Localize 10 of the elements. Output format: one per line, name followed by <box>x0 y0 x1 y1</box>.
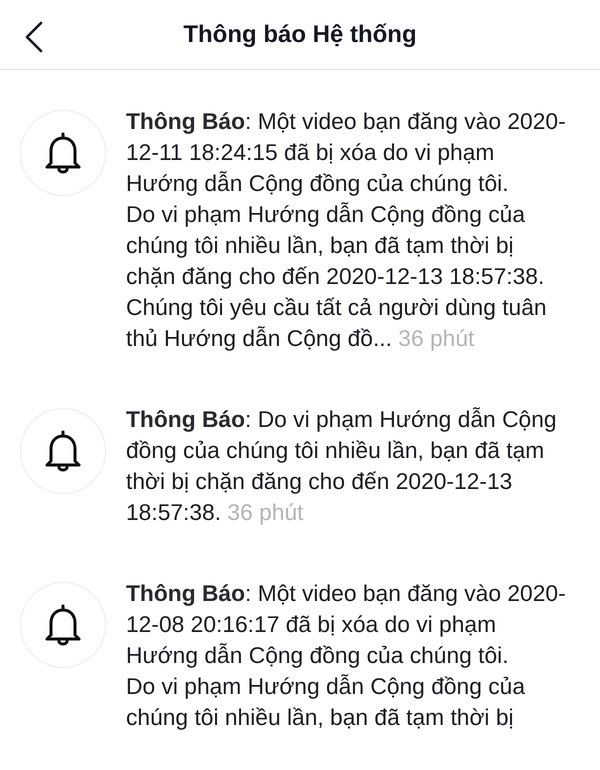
timestamp: 36 phút <box>227 499 304 525</box>
timestamp: 36 phút <box>398 325 474 351</box>
bell-icon <box>43 603 83 647</box>
back-icon <box>24 21 44 53</box>
bell-icon <box>43 131 83 175</box>
notification-text: Thông Báo: Do vi phạm Hướng dẫn Cộng đồng của chúng tôi nhiều lần, bạn đã tạm thời bị chặn đăng cho đến 2020-12-13 18:57:38. 36 phút <box>126 406 557 525</box>
bell-icon <box>43 429 83 473</box>
page-title: Thông báo Hệ thống <box>183 20 417 50</box>
notification-text: Thông Báo: Một video bạn đăng vào 2020-12-11 18:24:15 đã bị xóa do vi phạm Hướng dẫn Cộng đồng của chúng tôi. Do vi phạm Hướng dẫn Cộng đồng của chúng tôi nhiều lần, bạn đã tạm thời bị chặn đăng cho đến 2020-12-13 18:57:38. Chúng tôi yêu cầu tất cả người dùng tuân thủ Hướng dẫn Cộng đồ... 36 phút <box>126 108 566 351</box>
notification-text: Thông Báo: Một video bạn đăng vào 2020-12-08 20:16:17 đã bị xóa do vi phạm Hướng dẫn Cộng đồng của chúng tôi. Do vi phạm Hướng dẫn Cộng đồng của chúng tôi nhiều lần, bạn đã tạm thời bị <box>126 580 566 730</box>
